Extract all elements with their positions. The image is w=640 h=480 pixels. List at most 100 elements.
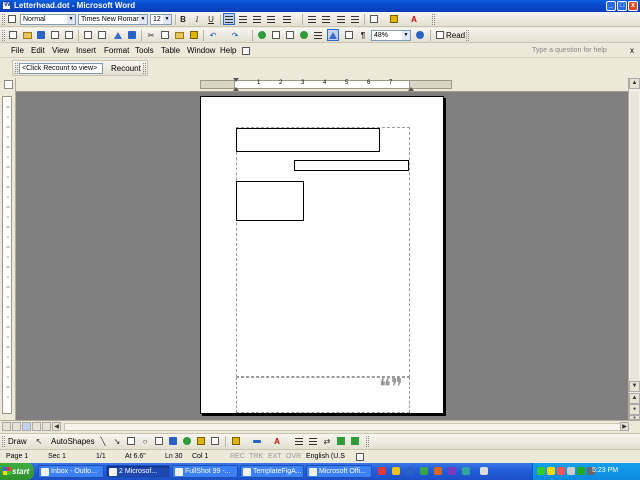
insert-table-icon[interactable] — [284, 29, 296, 41]
menu-edit[interactable]: Edit — [31, 46, 45, 56]
font-color-icon[interactable]: A — [408, 13, 420, 25]
print-icon[interactable] — [82, 29, 94, 41]
styles-and-formatting-icon[interactable] — [6, 13, 18, 25]
task-inbox-outlook[interactable]: Inbox - Outlo... — [38, 465, 104, 478]
status-ovr[interactable]: OVR — [286, 452, 301, 462]
task-microsoft-office[interactable]: Microsoft Offi... — [306, 465, 372, 478]
toolbar-grip[interactable] — [2, 30, 5, 41]
clip-art-icon[interactable] — [195, 435, 207, 447]
document-map-icon[interactable] — [343, 29, 355, 41]
quicklaunch-icon[interactable] — [434, 467, 442, 475]
letterhead-address-box[interactable] — [294, 160, 409, 171]
chevron-down-icon[interactable]: ▼ — [402, 31, 410, 40]
close-document-icon[interactable]: x — [630, 46, 634, 55]
cut-icon[interactable]: ✂ — [145, 29, 157, 41]
tray-icon[interactable] — [567, 467, 575, 475]
quicklaunch-icon[interactable] — [392, 467, 400, 475]
status-rec[interactable]: REC — [230, 452, 245, 462]
horizontal-scrollbar[interactable]: ◀ ▶ — [0, 420, 640, 432]
scroll-up-icon[interactable]: ▲ — [629, 78, 640, 89]
arrow-icon[interactable]: ↘ — [111, 435, 123, 447]
menu-format[interactable]: Format — [104, 46, 129, 56]
help-question-box[interactable]: Type a question for help — [532, 46, 628, 56]
open-folder-icon[interactable] — [21, 29, 33, 41]
scroll-left-icon[interactable]: ◀ — [52, 422, 61, 431]
horizontal-ruler[interactable]: 1 2 3 4 5 6 7 — [16, 78, 628, 92]
increase-indent-icon[interactable] — [349, 13, 361, 25]
toolbar-grip[interactable] — [143, 63, 146, 74]
toolbar-grip[interactable] — [2, 14, 5, 25]
status-trk[interactable]: TRK — [249, 452, 263, 462]
justify-icon[interactable] — [265, 13, 277, 25]
letterhead-name-box[interactable] — [236, 128, 380, 152]
zoom-combo[interactable]: 48% ▼ — [371, 30, 411, 41]
draw-menu[interactable]: Draw — [8, 437, 27, 446]
web-layout-view-button[interactable] — [12, 422, 21, 431]
scroll-down-icon[interactable]: ▼ — [629, 381, 640, 392]
close-button[interactable]: x — [628, 1, 638, 11]
arrow-style-icon[interactable]: ⇄ — [321, 435, 333, 447]
hanging-indent-marker[interactable] — [233, 87, 239, 91]
format-painter-icon[interactable] — [188, 29, 200, 41]
style-combo[interactable]: Normal ▼ — [20, 14, 76, 25]
quicklaunch-word-icon[interactable] — [406, 467, 414, 475]
italic-button[interactable]: I — [191, 13, 203, 25]
permission-icon[interactable] — [49, 29, 61, 41]
drawing-icon[interactable] — [327, 29, 339, 41]
align-right-icon[interactable] — [251, 13, 263, 25]
diagram-icon[interactable] — [181, 435, 193, 447]
wordart-icon[interactable] — [167, 435, 179, 447]
horizontal-scroll-track[interactable] — [64, 423, 624, 431]
research-icon[interactable] — [126, 29, 138, 41]
tab-selector-icon[interactable] — [4, 80, 13, 89]
start-button[interactable]: start — [0, 463, 34, 480]
font-size-combo[interactable]: 12 ▼ — [150, 14, 172, 25]
line-spacing-icon[interactable] — [281, 13, 293, 25]
hyperlink-icon[interactable] — [256, 29, 268, 41]
chevron-down-icon[interactable]: ▼ — [139, 15, 147, 24]
toolbar-grip[interactable] — [432, 14, 435, 25]
line-icon[interactable]: ╲ — [97, 435, 109, 447]
font-combo[interactable]: Times New Roman ▼ — [78, 14, 148, 25]
picture-icon[interactable] — [209, 435, 221, 447]
tray-icon[interactable] — [547, 467, 555, 475]
toolbar-grip[interactable] — [366, 436, 369, 447]
toolbar-grip[interactable] — [15, 63, 18, 74]
underline-button[interactable]: U — [205, 13, 217, 25]
letterhead-logo-box[interactable] — [236, 181, 304, 221]
dash-style-icon[interactable] — [307, 435, 319, 447]
document-page[interactable]: ❝❞ — [200, 96, 444, 414]
recount-button[interactable]: Recount — [111, 64, 141, 73]
insert-excel-icon[interactable] — [298, 29, 310, 41]
quicklaunch-icon[interactable] — [448, 467, 456, 475]
chevron-down-icon[interactable]: ▼ — [163, 15, 171, 24]
scroll-right-icon[interactable]: ▶ — [620, 422, 629, 431]
quicklaunch-icon[interactable] — [480, 467, 488, 475]
chevron-down-icon[interactable]: ▼ — [67, 15, 75, 24]
menu-tools[interactable]: Tools — [135, 46, 154, 56]
menu-file[interactable]: File — [11, 46, 24, 56]
quicklaunch-icon[interactable] — [420, 467, 428, 475]
status-ext[interactable]: EXT — [268, 452, 282, 462]
spelling-icon[interactable] — [112, 29, 124, 41]
border-icon[interactable] — [368, 13, 380, 25]
tray-icon[interactable] — [577, 467, 585, 475]
quicklaunch-icon[interactable] — [462, 467, 470, 475]
print-preview-icon[interactable] — [96, 29, 108, 41]
spelling-status-icon[interactable] — [354, 451, 366, 463]
minimize-button[interactable]: _ — [606, 1, 616, 11]
menu-window[interactable]: Window — [187, 46, 215, 56]
text-box-icon[interactable] — [153, 435, 165, 447]
tray-icon[interactable] — [557, 467, 565, 475]
save-icon[interactable] — [35, 29, 47, 41]
decrease-indent-icon[interactable] — [335, 13, 347, 25]
columns-icon[interactable] — [312, 29, 324, 41]
vertical-ruler[interactable] — [2, 96, 12, 414]
menu-insert[interactable]: Insert — [76, 46, 96, 56]
fill-color-icon[interactable] — [230, 435, 242, 447]
toolbar-grip[interactable] — [2, 436, 5, 447]
bold-button[interactable]: B — [177, 13, 189, 25]
select-objects-icon[interactable]: ↖ — [33, 435, 45, 447]
undo-icon[interactable]: ↶ — [207, 29, 219, 41]
scroll-track[interactable] — [630, 91, 639, 381]
